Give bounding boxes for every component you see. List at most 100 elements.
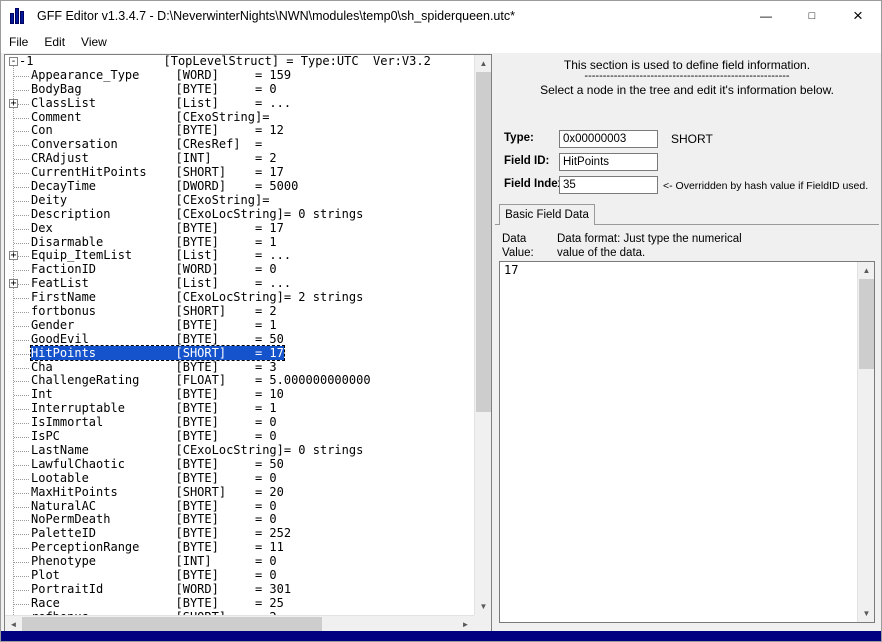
tree-row[interactable]: Lootable [BYTE] = 0	[5, 472, 474, 486]
tree-row-text: Interruptable [BYTE] = 1	[31, 401, 277, 415]
tree-row[interactable]: Int [BYTE] = 10	[5, 388, 474, 402]
tree-row-text: fortbonus [SHORT] = 2	[31, 304, 277, 318]
menu-view[interactable]: View	[73, 31, 115, 53]
scroll-up-icon[interactable]: ▲	[475, 55, 492, 72]
tree-row[interactable]: NaturalAC [BYTE] = 0	[5, 500, 474, 514]
tab-basic-field-data[interactable]: Basic Field Data	[499, 204, 595, 225]
tree-row[interactable]: Interruptable [BYTE] = 1	[5, 402, 474, 416]
tree-row[interactable]: - -1 [TopLevelStruct] = Type:UTC Ver:V3.…	[5, 55, 474, 69]
maximize-button[interactable]: □	[789, 1, 835, 31]
tree-row[interactable]: CurrentHitPoints [SHORT] = 17	[5, 166, 474, 180]
tree-row-text: Int [BYTE] = 10	[31, 387, 284, 401]
tree-row[interactable]: + FeatList [List] = ...	[5, 277, 474, 291]
field-index-input[interactable]	[559, 176, 658, 194]
menu-bar: File Edit View	[1, 31, 881, 53]
close-icon: ×	[853, 6, 863, 26]
minimize-button[interactable]: —	[743, 1, 789, 31]
scroll-up-icon[interactable]: ▲	[858, 262, 875, 279]
field-info-panel: This section is used to define field inf…	[495, 53, 879, 631]
tree-row-text: PerceptionRange [BYTE] = 11	[31, 540, 284, 554]
bottom-strip	[1, 631, 881, 641]
vertical-scroll-thumb[interactable]	[476, 72, 491, 412]
tree-row[interactable]: Comment [CExoString]=	[5, 111, 474, 125]
type-name-text: SHORT	[671, 132, 713, 146]
tree-row-text: NoPermDeath [BYTE] = 0	[31, 512, 277, 526]
tree-row-text: Disarmable [BYTE] = 1	[31, 235, 277, 249]
tree-row[interactable]: Race [BYTE] = 25	[5, 597, 474, 611]
tree-row[interactable]: PerceptionRange [BYTE] = 11	[5, 541, 474, 555]
tree-row[interactable]: GoodEvil [BYTE] = 50	[5, 333, 474, 347]
tree-row[interactable]: BodyBag [BYTE] = 0	[5, 83, 474, 97]
field-tree[interactable]: - -1 [TopLevelStruct] = Type:UTC Ver:V3.…	[5, 55, 474, 615]
tree-row-text: IsPC [BYTE] = 0	[31, 429, 277, 443]
tree-row[interactable]: PaletteID [BYTE] = 252	[5, 527, 474, 541]
tree-row-text: Plot [BYTE] = 0	[31, 568, 277, 582]
tree-row[interactable]: PortraitId [WORD] = 301	[5, 583, 474, 597]
data-format-hint: Data format: Just type the numerical val…	[557, 232, 772, 260]
menu-edit[interactable]: Edit	[36, 31, 73, 53]
tree-row[interactable]: CRAdjust [INT] = 2	[5, 152, 474, 166]
tree-row-text: FactionID [WORD] = 0	[31, 262, 277, 276]
tree-row[interactable]: IsImmortal [BYTE] = 0	[5, 416, 474, 430]
tree-row[interactable]: Description [CExoLocString]= 0 strings	[5, 208, 474, 222]
tree-row[interactable]: NoPermDeath [BYTE] = 0	[5, 513, 474, 527]
app-icon[interactable]	[10, 8, 28, 24]
tree-row-text: Appearance_Type [WORD] = 159	[31, 68, 291, 82]
tree-row-text: CurrentHitPoints [SHORT] = 17	[31, 165, 284, 179]
expand-toggle-icon[interactable]: +	[9, 279, 18, 288]
tree-row[interactable]: Phenotype [INT] = 0	[5, 555, 474, 569]
tree-row[interactable]: IsPC [BYTE] = 0	[5, 430, 474, 444]
tree-row-text: Phenotype [INT] = 0	[31, 554, 277, 568]
tree-row-text: Lootable [BYTE] = 0	[31, 471, 277, 485]
field-id-input[interactable]	[559, 153, 658, 171]
data-value-editor[interactable]: 17 ▲ ▼	[499, 261, 875, 623]
tree-row[interactable]: Appearance_Type [WORD] = 159	[5, 69, 474, 83]
tree-horizontal-scrollbar[interactable]: ◄ ►	[5, 615, 474, 632]
menu-file[interactable]: File	[1, 31, 36, 53]
tree-row[interactable]: FirstName [CExoLocString]= 2 strings	[5, 291, 474, 305]
dashed-divider: ----------------------------------------…	[495, 70, 879, 82]
tree-row[interactable]: Plot [BYTE] = 0	[5, 569, 474, 583]
field-index-note: <- Overridden by hash value if FieldID u…	[663, 180, 868, 192]
main-area: - -1 [TopLevelStruct] = Type:UTC Ver:V3.…	[1, 53, 881, 631]
tree-row-text: Deity [CExoString]=	[31, 193, 269, 207]
tree-row-text: HitPoints [SHORT] = 17	[31, 346, 284, 360]
tree-row[interactable]: fortbonus [SHORT] = 2	[5, 305, 474, 319]
panel-description-line2: Select a node in the tree and edit it's …	[495, 83, 879, 97]
tree-row[interactable]: LawfulChaotic [BYTE] = 50	[5, 458, 474, 472]
editor-vertical-scrollbar[interactable]: ▲ ▼	[857, 262, 874, 622]
data-value-text: 17	[504, 263, 518, 277]
tree-row[interactable]: FactionID [WORD] = 0	[5, 263, 474, 277]
expand-toggle-icon[interactable]: -	[9, 57, 18, 66]
tree-row-text: ChallengeRating [FLOAT] = 5.000000000000	[31, 373, 371, 387]
type-input[interactable]	[559, 130, 658, 148]
tree-row[interactable]: Gender [BYTE] = 1	[5, 319, 474, 333]
tree-row[interactable]: MaxHitPoints [SHORT] = 20	[5, 486, 474, 500]
tree-row[interactable]: + ClassList [List] = ...	[5, 97, 474, 111]
tree-row[interactable]: Con [BYTE] = 12	[5, 124, 474, 138]
tree-row-text: GoodEvil [BYTE] = 50	[31, 332, 284, 346]
editor-scroll-thumb[interactable]	[859, 279, 874, 369]
field-tree-panel: - -1 [TopLevelStruct] = Type:UTC Ver:V3.…	[4, 54, 492, 633]
tree-row-text: CRAdjust [INT] = 2	[31, 151, 277, 165]
tree-row[interactable]: + Equip_ItemList [List] = ...	[5, 249, 474, 263]
tree-vertical-scrollbar[interactable]: ▲ ▼	[474, 55, 491, 615]
tree-row[interactable]: ChallengeRating [FLOAT] = 5.000000000000	[5, 374, 474, 388]
tree-row[interactable]: HitPoints [SHORT] = 17	[5, 347, 474, 361]
scroll-down-icon[interactable]: ▼	[475, 598, 492, 615]
close-button[interactable]: ×	[835, 1, 881, 31]
tree-row[interactable]: LastName [CExoLocString]= 0 strings	[5, 444, 474, 458]
scroll-down-icon[interactable]: ▼	[858, 605, 875, 622]
tree-row[interactable]: DecayTime [DWORD] = 5000	[5, 180, 474, 194]
tree-row[interactable]: Disarmable [BYTE] = 1	[5, 236, 474, 250]
tree-row-text: PaletteID [BYTE] = 252	[31, 526, 291, 540]
tree-row[interactable]: Deity [CExoString]=	[5, 194, 474, 208]
expand-toggle-icon[interactable]: +	[9, 251, 18, 260]
scrollbar-corner	[474, 615, 491, 632]
horizontal-scroll-thumb[interactable]	[22, 617, 322, 632]
tree-row[interactable]: Conversation [CResRef] =	[5, 138, 474, 152]
window-title: GFF Editor v1.3.4.7 - D:\NeverwinterNigh…	[37, 9, 515, 23]
expand-toggle-icon[interactable]: +	[9, 99, 18, 108]
tree-row[interactable]: Cha [BYTE] = 3	[5, 361, 474, 375]
tree-row[interactable]: Dex [BYTE] = 17	[5, 222, 474, 236]
